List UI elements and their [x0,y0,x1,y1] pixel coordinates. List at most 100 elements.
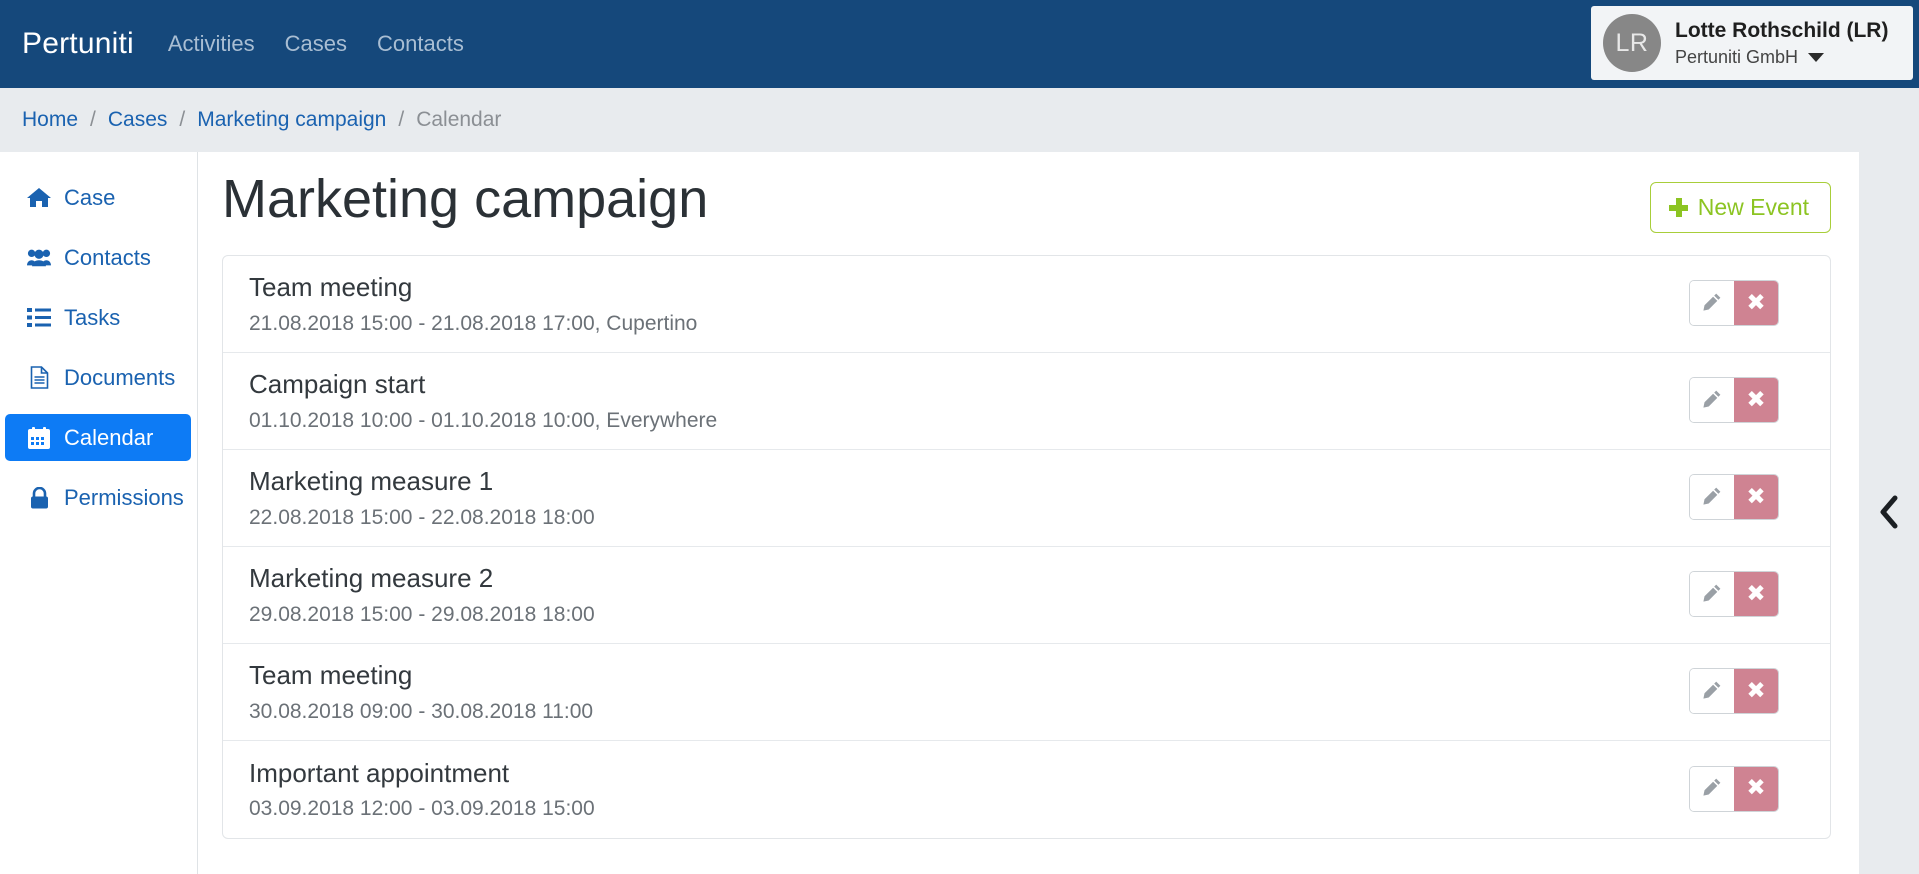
event-title: Marketing measure 2 [249,563,494,594]
sidebar: Case Contacts Tasks Documents Calendar P… [0,152,197,874]
sidebar-item-calendar[interactable]: Calendar [5,414,191,461]
sidebar-item-label: Documents [64,364,176,390]
close-icon: ✖ [1746,775,1766,801]
event-info: Important appointment 03.09.2018 12:00 -… [249,756,595,821]
event-meta: 30.08.2018 09:00 - 30.08.2018 11:00 [249,699,594,723]
sidebar-item-contacts[interactable]: Contacts [5,234,191,281]
event-actions: ✖ [1690,766,1778,811]
list-item[interactable]: Campaign start 01.10.2018 10:00 - 01.10.… [223,353,1830,450]
event-meta: 03.09.2018 12:00 - 03.09.2018 15:00 [249,797,595,821]
event-title: Team meeting [249,660,413,691]
primary-nav: Activities Cases Contacts [168,31,464,57]
user-name: Lotte Rothschild (LR) [1675,18,1889,42]
delete-event-button[interactable]: ✖ [1734,669,1778,713]
event-info: Campaign start 01.10.2018 10:00 - 01.10.… [249,367,717,432]
new-event-label: New Event [1697,194,1809,220]
nav-link-contacts[interactable]: Contacts [377,31,464,57]
event-title: Campaign start [249,369,426,400]
pencil-icon [1702,680,1722,703]
close-icon: ✖ [1746,386,1766,413]
close-icon: ✖ [1746,677,1766,704]
pencil-icon [1702,486,1722,509]
pencil-icon [1702,777,1722,800]
main-content: Marketing campaign New Event Team meetin… [197,152,1859,874]
user-menu-text: Lotte Rothschild (LR) Pertuniti GmbH [1675,18,1888,69]
nav-link-cases[interactable]: Cases [285,31,347,57]
pencil-icon [1702,389,1722,412]
event-title: Team meeting [249,272,413,303]
list-item[interactable]: Important appointment 03.09.2018 12:00 -… [223,741,1830,838]
sidebar-item-label: Tasks [64,304,121,330]
list-item[interactable]: Team meeting 21.08.2018 15:00 - 21.08.20… [223,256,1830,353]
event-actions: ✖ [1690,475,1778,519]
avatar: LR [1603,14,1661,72]
delete-event-button[interactable]: ✖ [1734,766,1778,811]
top-navbar: Pertuniti Activities Cases Contacts LR L… [0,0,1919,88]
edit-event-button[interactable] [1690,281,1734,325]
page-title: Marketing campaign [222,169,709,229]
breadcrumb-separator: / [398,108,405,131]
event-actions: ✖ [1690,669,1778,713]
content-header: Marketing campaign New Event [222,152,1831,233]
edit-event-button[interactable] [1690,572,1734,616]
sidebar-item-permissions[interactable]: Permissions [5,474,191,521]
breadcrumb: Home / Cases / Marketing campaign / Cale… [0,88,1919,152]
sidebar-item-label: Contacts [64,244,151,270]
event-title: Important appointment [249,757,510,788]
delete-event-button[interactable]: ✖ [1734,281,1778,325]
page-body: Case Contacts Tasks Documents Calendar P… [0,152,1919,874]
calendar-icon [27,426,51,449]
breadcrumb-separator: / [179,108,186,131]
edit-event-button[interactable] [1690,669,1734,713]
delete-event-button[interactable]: ✖ [1734,572,1778,616]
event-info: Marketing measure 1 22.08.2018 15:00 - 2… [249,464,595,529]
sidebar-item-documents[interactable]: Documents [5,354,191,401]
sidebar-item-label: Permissions [64,484,184,510]
sidebar-item-label: Calendar [64,424,154,450]
breadcrumb-item-marketing-campaign[interactable]: Marketing campaign [197,108,386,132]
delete-event-button[interactable]: ✖ [1734,378,1778,422]
file-icon [27,366,51,389]
list-item[interactable]: Team meeting 30.08.2018 09:00 - 30.08.20… [223,644,1830,741]
event-info: Marketing measure 2 29.08.2018 15:00 - 2… [249,561,595,626]
close-icon: ✖ [1746,483,1766,510]
users-icon [27,247,51,269]
plus-icon [1668,198,1688,217]
sidebar-item-case[interactable]: Case [5,174,191,221]
event-meta: 22.08.2018 15:00 - 22.08.2018 18:00 [249,505,595,529]
sidebar-item-tasks[interactable]: Tasks [5,294,191,341]
event-info: Team meeting 21.08.2018 15:00 - 21.08.20… [249,270,697,335]
event-actions: ✖ [1690,378,1778,422]
event-meta: 29.08.2018 15:00 - 29.08.2018 18:00 [249,602,595,626]
edit-event-button[interactable] [1690,475,1734,519]
nav-link-activities[interactable]: Activities [168,31,255,57]
chevron-down-icon[interactable] [1808,52,1825,62]
event-actions: ✖ [1690,281,1778,325]
breadcrumb-item-home[interactable]: Home [22,108,78,132]
close-icon: ✖ [1746,580,1766,607]
event-title: Marketing measure 1 [249,466,494,497]
pencil-icon [1702,292,1722,315]
sidebar-item-label: Case [64,184,116,210]
new-event-button[interactable]: New Event [1649,182,1831,233]
user-org-row: Pertuniti GmbH [1675,46,1888,69]
event-info: Team meeting 30.08.2018 09:00 - 30.08.20… [249,658,593,723]
pencil-icon [1702,583,1722,606]
collapse-panel-button[interactable] [1872,489,1906,538]
breadcrumb-item-cases[interactable]: Cases [108,108,168,132]
list-icon [27,307,51,329]
brand-logo[interactable]: Pertuniti [22,27,134,61]
close-icon: ✖ [1746,289,1766,316]
event-meta: 01.10.2018 10:00 - 01.10.2018 10:00, Eve… [249,408,718,432]
breadcrumb-item-calendar: Calendar [416,108,502,131]
event-actions: ✖ [1690,572,1778,616]
home-icon [27,187,51,209]
list-item[interactable]: Marketing measure 2 29.08.2018 15:00 - 2… [223,547,1830,644]
delete-event-button[interactable]: ✖ [1734,475,1778,519]
breadcrumb-separator: / [90,108,96,131]
list-item[interactable]: Marketing measure 1 22.08.2018 15:00 - 2… [223,450,1830,547]
user-menu[interactable]: LR Lotte Rothschild (LR) Pertuniti GmbH [1591,6,1913,80]
edit-event-button[interactable] [1690,766,1734,811]
event-meta: 21.08.2018 15:00 - 21.08.2018 17:00, Cup… [249,311,698,335]
edit-event-button[interactable] [1690,378,1734,422]
